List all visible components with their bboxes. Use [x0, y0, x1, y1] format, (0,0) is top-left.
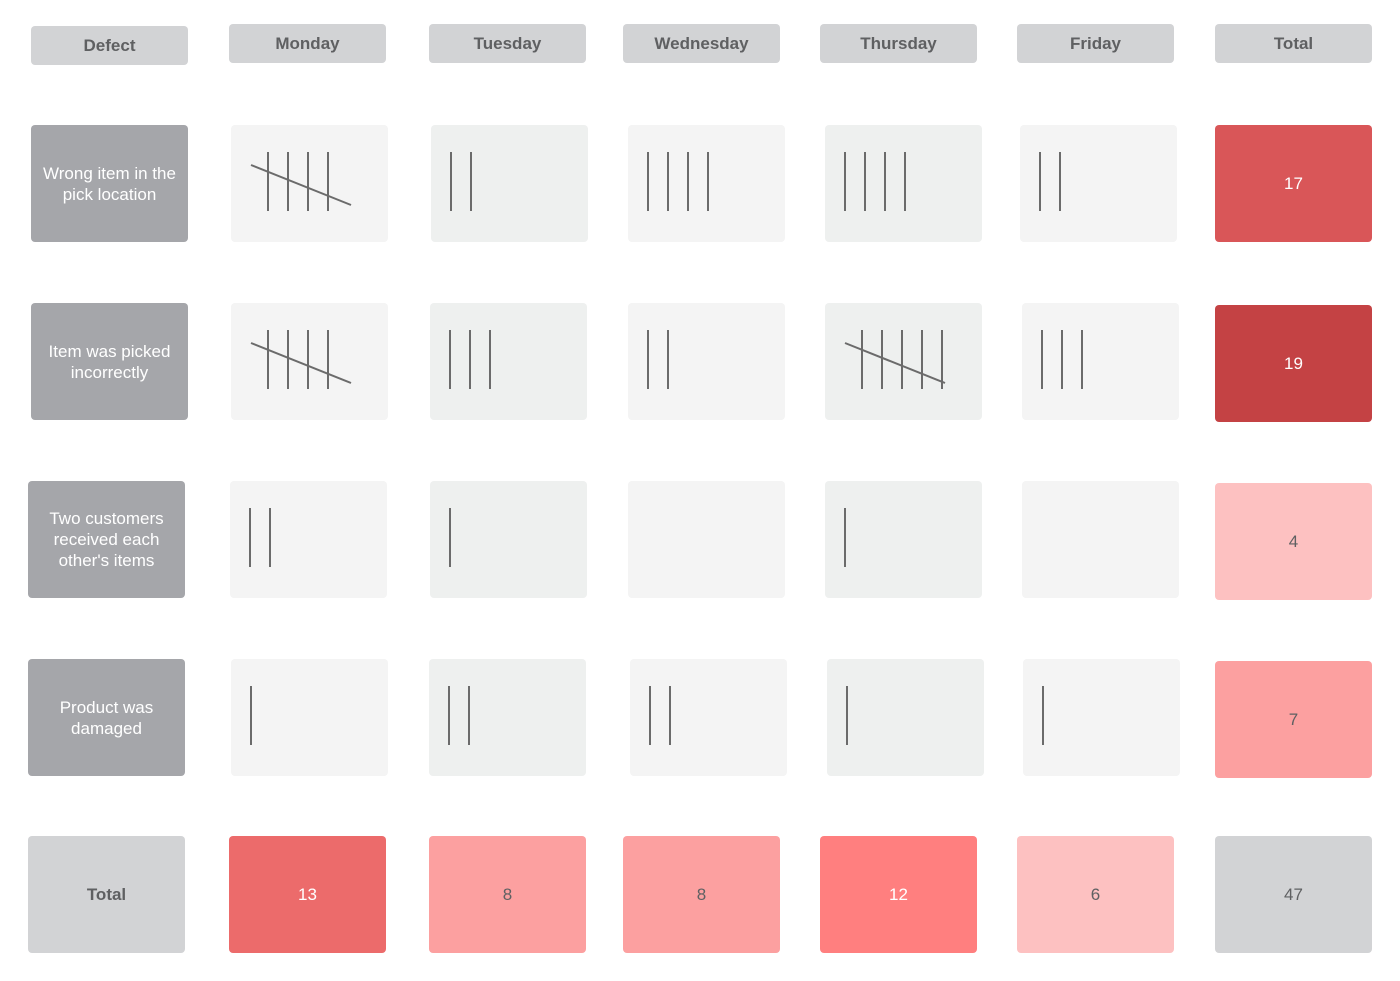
- header-wednesday: Wednesday: [623, 24, 780, 63]
- tally-cell: [628, 303, 785, 420]
- tally-slash: [250, 164, 352, 206]
- tally-cell: [429, 659, 586, 776]
- tally-cell: [825, 303, 982, 420]
- header-defect: Defect: [31, 26, 188, 65]
- day-total: 8: [623, 836, 780, 953]
- tally-marks: [250, 330, 352, 389]
- tally-marks: [1039, 152, 1061, 211]
- tally-marks: [448, 686, 470, 745]
- tally-cell: [230, 481, 387, 598]
- header-friday: Friday: [1017, 24, 1174, 63]
- tally-marks: [844, 152, 906, 211]
- tally-marks: [449, 508, 451, 567]
- tally-marks: [250, 686, 252, 745]
- tally-marks: [844, 330, 946, 389]
- day-total: 6: [1017, 836, 1174, 953]
- tally-cell: [1022, 481, 1179, 598]
- defect-label: Wrong item in the pick location: [31, 125, 188, 242]
- tally-cell: [430, 481, 587, 598]
- tally-marks: [1041, 330, 1083, 389]
- tally-cell: [827, 659, 984, 776]
- header-monday: Monday: [229, 24, 386, 63]
- tally-marks: [250, 152, 352, 211]
- tally-cell: [430, 303, 587, 420]
- header-thursday: Thursday: [820, 24, 977, 63]
- day-total: 8: [429, 836, 586, 953]
- tally-marks: [628, 481, 785, 598]
- tally-marks: [1022, 481, 1179, 598]
- tally-cell: [630, 659, 787, 776]
- tally-cell: [1023, 659, 1180, 776]
- tally-marks: [249, 508, 271, 567]
- defect-label: Product was damaged: [28, 659, 185, 776]
- tally-marks: [1042, 686, 1044, 745]
- tally-marks: [647, 152, 709, 211]
- tally-cell: [431, 125, 588, 242]
- tally-slash: [250, 342, 352, 384]
- row-total: 4: [1215, 483, 1372, 600]
- header-tuesday: Tuesday: [429, 24, 586, 63]
- tally-slash: [844, 342, 946, 384]
- tally-cell: [1020, 125, 1177, 242]
- tally-marks: [846, 686, 848, 745]
- day-total: 13: [229, 836, 386, 953]
- tally-cell: [825, 125, 982, 242]
- tally-cell: [628, 125, 785, 242]
- row-total: 17: [1215, 125, 1372, 242]
- day-total: 12: [820, 836, 977, 953]
- tally-marks: [450, 152, 472, 211]
- defect-label: Two customers received each other's item…: [28, 481, 185, 598]
- tally-marks: [844, 508, 846, 567]
- tally-marks: [649, 686, 671, 745]
- tally-marks: [449, 330, 491, 389]
- tally-cell: [1022, 303, 1179, 420]
- tally-cell: [825, 481, 982, 598]
- tally-marks: [647, 330, 669, 389]
- tally-cell: [231, 303, 388, 420]
- grand-total: 47: [1215, 836, 1372, 953]
- header-total: Total: [1215, 24, 1372, 63]
- tally-cell: [231, 659, 388, 776]
- tally-cell: [628, 481, 785, 598]
- defect-label: Item was picked incorrectly: [31, 303, 188, 420]
- tally-cell: [231, 125, 388, 242]
- footer-total-label: Total: [28, 836, 185, 953]
- row-total: 19: [1215, 305, 1372, 422]
- row-total: 7: [1215, 661, 1372, 778]
